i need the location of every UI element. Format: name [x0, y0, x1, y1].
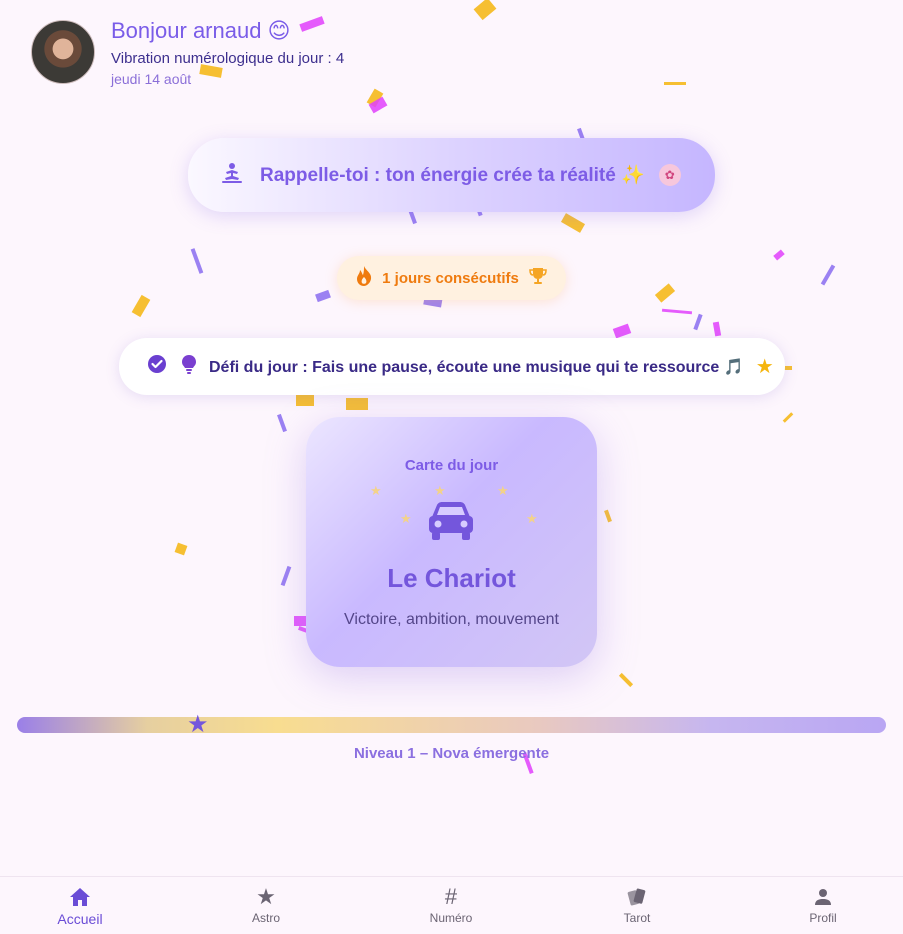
check-circle-icon[interactable] — [147, 354, 167, 379]
nav-item-tarot[interactable]: Tarot — [587, 887, 687, 925]
card-name: Le Chariot — [387, 563, 516, 593]
current-date: jeudi 14 août — [111, 71, 192, 87]
nav-label: Astro — [251, 911, 280, 925]
confetti-piece — [784, 366, 792, 370]
level-label: Niveau 1 – Nova émergente — [353, 745, 550, 762]
nav-label: Tarot — [623, 911, 651, 925]
sparkle-star-icon: ★ — [370, 483, 382, 498]
confetti-piece — [131, 294, 151, 318]
confetti-piece — [346, 398, 368, 410]
confetti-piece — [174, 542, 188, 556]
confetti-piece — [664, 82, 686, 85]
reminder-text: Rappelle-toi : ton énergie crée ta réali… — [260, 165, 645, 186]
challenge-text: Défi du jour : Fais une pause, écoute un… — [209, 358, 744, 376]
person-icon — [773, 887, 873, 907]
numerology-vibration: Vibration numérologique du jour : 4 — [111, 50, 345, 67]
lightbulb-icon — [181, 354, 197, 379]
sparkle-star-icon: ★ — [400, 511, 412, 526]
confetti-piece — [661, 308, 693, 315]
nav-item-astro[interactable]: ★ Astro — [216, 884, 316, 925]
nav-label: Profil — [809, 911, 837, 925]
level-progress-bar — [17, 717, 886, 733]
confetti-piece — [315, 289, 331, 303]
star-favorite-icon[interactable]: ★ — [756, 354, 774, 379]
flower-icon: ✿ — [658, 164, 681, 186]
confetti-piece — [820, 264, 836, 286]
home-icon — [30, 887, 130, 907]
greeting-title: Bonjour arnaud 😊 — [111, 18, 291, 43]
confetti-piece — [618, 672, 634, 688]
card-of-the-day[interactable]: Carte du jour ★ ★ ★ ★ ★ Le Chariot Victo… — [306, 417, 597, 667]
bottom-navigation: Accueil ★ Astro # Numéro Tarot Profil — [0, 876, 903, 934]
hash-icon: # — [444, 884, 458, 909]
streak-badge: 1 jours consécutifs — [337, 256, 566, 300]
confetti-piece — [560, 213, 586, 233]
nav-item-accueil[interactable]: Accueil — [30, 887, 130, 927]
reminder-banner: Rappelle-toi : ton énergie crée ta réali… — [188, 138, 715, 212]
star-icon: ★ — [256, 884, 276, 909]
progress-star-icon: ★ — [187, 711, 209, 738]
confetti-piece — [712, 321, 722, 337]
trophy-icon — [529, 267, 547, 290]
card-label: Carte du jour — [404, 457, 499, 474]
nav-label: Numéro — [429, 911, 473, 925]
card-description: Victoire, ambition, mouvement — [344, 611, 559, 628]
greeting-block: Bonjour arnaud 😊 Vibration numérologique… — [111, 18, 344, 87]
fire-icon — [356, 265, 372, 291]
confetti-piece — [190, 248, 204, 274]
confetti-piece — [773, 249, 785, 261]
avatar[interactable] — [31, 20, 95, 84]
nav-item-numero[interactable]: # Numéro — [401, 884, 501, 925]
meditation-icon — [220, 162, 244, 189]
nav-label: Accueil — [57, 911, 103, 927]
streak-text: 1 jours consécutifs — [382, 269, 519, 287]
sparkle-star-icon: ★ — [434, 483, 446, 498]
cards-icon — [587, 887, 687, 907]
confetti-piece — [654, 283, 676, 303]
confetti-piece — [280, 565, 292, 587]
sparkle-star-icon: ★ — [497, 483, 509, 498]
nav-item-profil[interactable]: Profil — [773, 887, 873, 925]
header: Bonjour arnaud 😊 Vibration numérologique… — [31, 18, 344, 87]
confetti-piece — [473, 0, 497, 21]
sparkle-star-icon: ★ — [526, 511, 538, 526]
confetti-piece — [782, 412, 794, 423]
confetti-piece — [277, 413, 287, 433]
car-icon — [428, 501, 474, 546]
confetti-piece — [604, 509, 612, 523]
confetti-piece — [693, 313, 703, 331]
daily-challenge[interactable]: Défi du jour : Fais une pause, écoute un… — [119, 338, 785, 395]
confetti-piece — [612, 323, 632, 339]
